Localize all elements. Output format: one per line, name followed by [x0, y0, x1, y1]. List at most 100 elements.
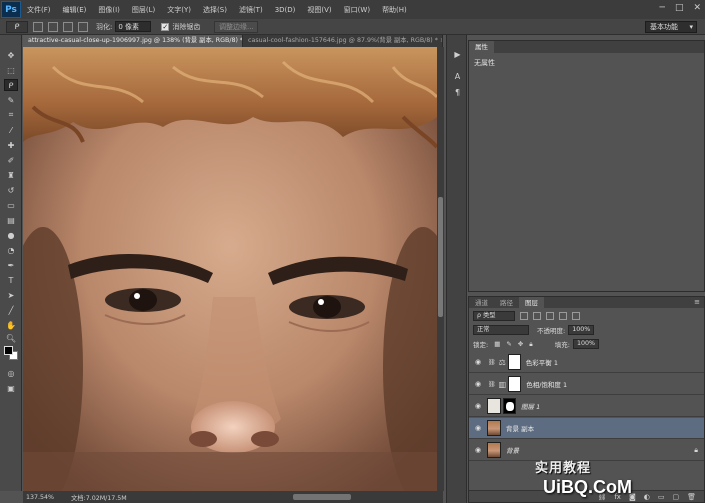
gradient-tool-icon[interactable]: ▤	[4, 214, 18, 226]
workspace-select[interactable]: 基本功能 ▾	[645, 21, 697, 33]
menu-3d[interactable]: 3D(D)	[269, 6, 302, 14]
refine-edge-button[interactable]: 调整边缘...	[214, 20, 259, 33]
layer-mask-thumbnail[interactable]	[503, 398, 516, 414]
blend-mode-select[interactable]: 正常	[473, 325, 529, 335]
foreground-color-swatch[interactable]	[4, 346, 13, 355]
tab-channels[interactable]: 通道	[469, 297, 494, 308]
layer-thumbnail[interactable]	[487, 442, 501, 458]
menu-file[interactable]: 文件(F)	[21, 5, 57, 15]
eye-icon[interactable]: ◉	[474, 358, 482, 366]
eye-icon[interactable]: ◉	[474, 446, 482, 454]
type-tool-icon[interactable]: T	[4, 274, 18, 286]
lock-position-icon[interactable]: ✥	[518, 340, 523, 348]
blur-tool-icon[interactable]: ●	[4, 229, 18, 241]
fill-input[interactable]: 100%	[572, 339, 599, 349]
subtract-selection-icon[interactable]	[63, 21, 73, 32]
eyedropper-tool-icon[interactable]: ⁄	[4, 124, 18, 136]
vertical-scrollbar-thumb[interactable]	[438, 197, 443, 317]
hand-tool-icon[interactable]: ✋	[4, 319, 18, 331]
tab-layers[interactable]: 图层	[519, 297, 544, 308]
new-selection-icon[interactable]	[33, 21, 43, 32]
filter-adjustment-icon[interactable]	[533, 312, 541, 320]
filter-type-icon[interactable]	[546, 312, 554, 320]
clone-stamp-tool-icon[interactable]: ♜	[4, 169, 18, 181]
menu-layer[interactable]: 图层(L)	[126, 5, 161, 15]
doc-tab-2[interactable]: casual-cool-fashion-157646.jpg @ 87.9%(背…	[243, 35, 443, 47]
tab-properties[interactable]: 属性	[469, 41, 494, 53]
screen-mode-icon[interactable]: ▣	[4, 382, 18, 394]
play-icon[interactable]: ▶	[452, 49, 463, 60]
chevron-down-icon: ▾	[689, 23, 693, 31]
filter-pixel-icon[interactable]	[520, 312, 528, 320]
layer-row[interactable]: ◉ ⛓ ▥ 色相/饱和度 1	[469, 374, 704, 395]
layer-row[interactable]: ◉ 背景 🔒︎	[469, 440, 704, 461]
layer-style-icon[interactable]: fx	[614, 493, 621, 501]
dodge-tool-icon[interactable]: ◔	[4, 244, 18, 256]
lock-transparent-icon[interactable]: ▦	[494, 340, 500, 348]
eye-icon[interactable]: ◉	[474, 402, 482, 410]
eye-icon[interactable]: ◉	[474, 380, 482, 388]
feather-input[interactable]	[115, 21, 152, 32]
lock-all-icon[interactable]: 🔒︎	[529, 340, 532, 349]
crop-tool-icon[interactable]: ⌗	[4, 109, 18, 121]
filter-shape-icon[interactable]	[559, 312, 567, 320]
menu-help[interactable]: 帮助(H)	[376, 5, 413, 15]
document-info[interactable]: 文档:7.02M/17.5M	[71, 493, 127, 502]
lasso-tool-icon[interactable]: ᑭ	[4, 79, 18, 91]
brush-tool-icon[interactable]: ✐	[4, 154, 18, 166]
layer-filter-kind[interactable]: ρ 类型	[473, 311, 515, 321]
add-mask-icon[interactable]: ◙	[629, 493, 636, 501]
eye-icon[interactable]: ◉	[474, 424, 482, 432]
quick-mask-icon[interactable]: ◎	[4, 367, 18, 379]
tool-preset-picker[interactable]: ᑭ	[6, 20, 28, 33]
paragraph-panel-icon[interactable]: ¶	[452, 87, 463, 98]
layer-row[interactable]: ◉ 背景 副本	[469, 418, 704, 439]
menu-edit[interactable]: 编辑(E)	[57, 5, 93, 15]
new-adjustment-icon[interactable]: ◐	[644, 493, 650, 501]
link-layers-icon[interactable]: ⛓	[597, 493, 606, 501]
menu-type[interactable]: 文字(Y)	[161, 5, 197, 15]
layer-row[interactable]: ◉ ⛓ ⚖ 色彩平衡 1	[469, 352, 704, 373]
marquee-tool-icon[interactable]: ⬚	[4, 64, 18, 76]
path-select-tool-icon[interactable]: ➤	[4, 289, 18, 301]
trash-icon[interactable]: 🗑︎	[687, 493, 696, 501]
menu-select[interactable]: 选择(S)	[197, 5, 233, 15]
new-group-icon[interactable]: ▭	[658, 493, 665, 501]
add-selection-icon[interactable]	[48, 21, 58, 32]
layer-thumbnail[interactable]	[487, 420, 501, 436]
link-icon: ⛓	[488, 380, 496, 388]
healing-brush-tool-icon[interactable]: ✚	[4, 139, 18, 151]
pen-tool-icon[interactable]: ✒	[4, 259, 18, 271]
menu-filter[interactable]: 滤镜(T)	[233, 5, 269, 15]
panel-menu-icon[interactable]: ≡	[694, 297, 700, 308]
horizontal-scrollbar-thumb[interactable]	[293, 494, 351, 500]
character-panel-icon[interactable]: A	[452, 71, 463, 82]
layer-thumbnail[interactable]	[487, 398, 501, 414]
history-brush-tool-icon[interactable]: ↺	[4, 184, 18, 196]
lock-pixels-icon[interactable]: ✎	[506, 340, 511, 348]
menu-window[interactable]: 窗口(W)	[338, 5, 376, 15]
filter-smart-object-icon[interactable]	[572, 312, 580, 320]
doc-tab-1[interactable]: attractive-casual-close-up-1906997.jpg @…	[23, 35, 243, 47]
tab-paths[interactable]: 路径	[494, 297, 519, 308]
zoom-tool-icon[interactable]: 🔍︎	[4, 332, 18, 344]
layer-mask-thumbnail[interactable]	[507, 354, 521, 370]
zoom-level[interactable]: 137.54%	[23, 494, 54, 501]
minimize-button[interactable]: ─	[660, 3, 665, 13]
menu-view[interactable]: 视图(V)	[301, 5, 337, 15]
close-button[interactable]: ✕	[693, 3, 701, 13]
eraser-tool-icon[interactable]: ▭	[4, 199, 18, 211]
layer-mask-thumbnail[interactable]	[508, 376, 522, 392]
antialias-checkbox[interactable]: ✓	[161, 22, 170, 31]
restore-button[interactable]: □	[675, 3, 684, 13]
opacity-input[interactable]: 100%	[568, 325, 595, 335]
layer-row[interactable]: ◉ 图层 1	[469, 396, 704, 417]
intersect-selection-icon[interactable]	[78, 21, 88, 32]
quick-select-tool-icon[interactable]: ✎	[4, 94, 18, 106]
new-layer-icon[interactable]: ▢	[672, 493, 679, 501]
menu-image[interactable]: 图像(I)	[92, 5, 126, 15]
vertical-scrollbar[interactable]	[437, 47, 444, 491]
document-canvas[interactable]	[23, 47, 437, 491]
move-tool-icon[interactable]: ✥	[4, 49, 18, 61]
line-tool-icon[interactable]: ╱	[4, 304, 18, 316]
